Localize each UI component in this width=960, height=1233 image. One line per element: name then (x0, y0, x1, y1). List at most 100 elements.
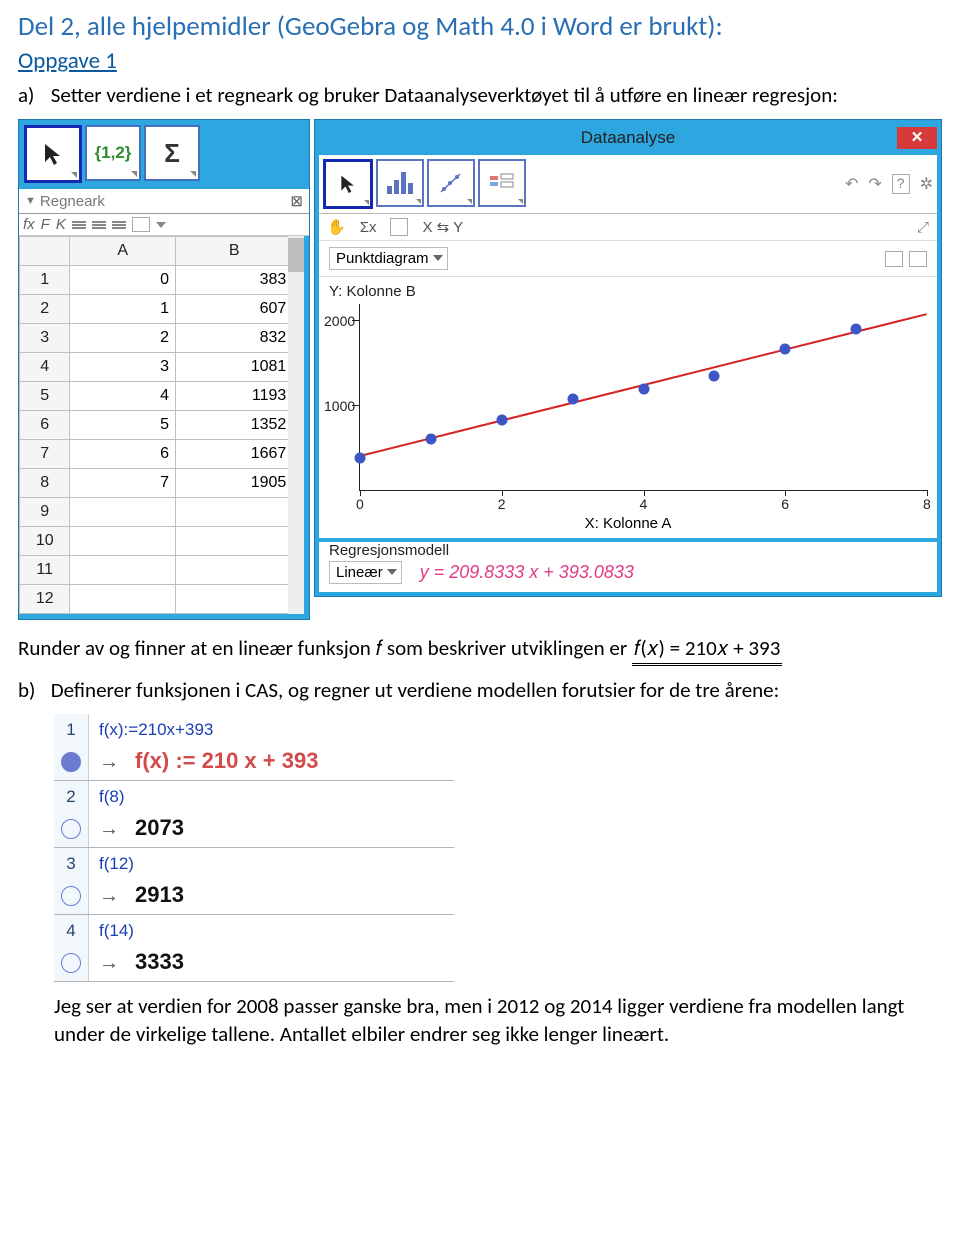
close-button[interactable]: ✕ (897, 127, 937, 149)
table-row[interactable]: 11 (20, 556, 293, 585)
italic-button[interactable]: K (56, 216, 66, 233)
cas-row: 4 f(14) → 3333 (54, 915, 454, 982)
redo-icon[interactable]: ↷ (868, 174, 881, 194)
grid-icon[interactable] (390, 218, 408, 236)
arrow-icon: → (99, 751, 119, 774)
table-row[interactable]: 10 (20, 527, 293, 556)
x-axis-label: X: Kolonne A (329, 515, 927, 532)
scatter-tool[interactable] (427, 159, 475, 207)
sigma-icon: Σ (164, 138, 180, 169)
swap-xy-button[interactable]: X ⇆ Y (422, 218, 463, 236)
table-row[interactable]: 10383 (20, 266, 293, 295)
cas-input[interactable]: f(12) (99, 854, 444, 874)
oppgave-link[interactable]: Oppgave 1 (18, 47, 942, 75)
bold-button[interactable]: F (41, 216, 50, 233)
data-point (638, 384, 649, 395)
cas-output: f(x) := 210 x + 393 (135, 748, 318, 774)
mid-conclusion: Runder av og finner at en lineær funksjo… (18, 634, 942, 665)
set12-icon: {1,2} (95, 143, 132, 163)
y-tick-label: 1000 (324, 398, 355, 414)
part-a-text: a) Setter verdiene i et regneark og bruk… (18, 81, 942, 109)
arrow-icon: → (99, 885, 119, 908)
table-row[interactable]: 32832 (20, 324, 293, 353)
next-icon[interactable] (909, 251, 927, 267)
data-point (355, 452, 366, 463)
toolbar: {1,2} Σ (24, 125, 304, 183)
fx-label: fx (23, 216, 35, 233)
da-title-text: Dataanalyse (581, 128, 676, 148)
cas-row-number: 3 (54, 848, 89, 914)
part-a-body: Setter verdiene i et regneark og bruker … (51, 82, 838, 108)
x-tick-label: 0 (356, 496, 364, 512)
spreadsheet-header: ▼ Regneark ⊠ (19, 189, 309, 214)
cas-visibility-dot[interactable] (61, 886, 81, 906)
stat-bar: ✋ Σx X ⇆ Y ⤢ (319, 214, 937, 241)
undo-icon[interactable]: ↶ (845, 174, 858, 194)
cas-visibility-dot[interactable] (61, 953, 81, 973)
da-toolbar: ↶ ↷ ? ✲ (319, 155, 937, 214)
align-right-icon[interactable] (112, 221, 126, 229)
cas-input[interactable]: f(14) (99, 921, 444, 941)
regression-model-value: Lineær (336, 564, 383, 581)
table-row[interactable]: 651352 (20, 411, 293, 440)
table-row[interactable]: 9 (20, 498, 293, 527)
x-tick-label: 4 (640, 496, 648, 512)
da-titlebar: Dataanalyse ✕ (319, 124, 937, 155)
cas-row: 3 f(12) → 2913 (54, 848, 454, 915)
table-row[interactable]: 871905 (20, 469, 293, 498)
align-center-icon[interactable] (92, 221, 106, 229)
list-tool-button[interactable]: {1,2} (85, 125, 141, 181)
dropdown-icon[interactable]: ▼ (25, 195, 36, 207)
cas-row-number: 4 (54, 915, 89, 981)
close-icon[interactable]: ⊠ (290, 192, 303, 210)
y-axis-label: Y: Kolonne B (329, 283, 927, 300)
settings-icon[interactable]: ✲ (920, 174, 933, 194)
arrow-icon: → (99, 952, 119, 975)
cursor-tool[interactable] (323, 159, 373, 209)
align-left-icon[interactable] (72, 221, 86, 229)
bar-chart-tool[interactable] (376, 159, 424, 207)
prev-icon[interactable] (885, 251, 903, 267)
cas-visibility-dot[interactable] (61, 819, 81, 839)
table-row[interactable]: 21607 (20, 295, 293, 324)
table-row[interactable]: 12 (20, 585, 293, 614)
multivar-tool[interactable] (478, 159, 526, 207)
chart-type-dropdown[interactable]: Punktdiagram (329, 247, 448, 270)
cas-block: 1 f(x):=210x+393 → f(x) := 210 x + 393 2… (18, 714, 454, 982)
cas-row-number: 1 (54, 714, 89, 780)
sum-tool-button[interactable]: Σ (144, 125, 200, 181)
data-point (851, 324, 862, 335)
cas-visibility-dot[interactable] (61, 752, 81, 772)
part-b-text: b) Definerer funksjonen i CAS, og regner… (18, 676, 942, 704)
expand-icon[interactable]: ⤢ (917, 219, 929, 236)
bar-chart-icon (387, 172, 413, 194)
chart-area: Y: Kolonne B 2000100002468 X: Kolonne A (319, 277, 937, 538)
cas-input[interactable]: f(x):=210x+393 (99, 720, 444, 740)
y-tick-label: 2000 (324, 313, 355, 329)
regression-model-dropdown[interactable]: Lineær (329, 561, 402, 584)
col-b-header[interactable]: B (176, 237, 293, 266)
more-dd-icon[interactable] (156, 222, 166, 228)
list-marker-b: b) (18, 676, 46, 704)
table-row[interactable]: 761667 (20, 440, 293, 469)
regression-title: Regresjonsmodell (329, 542, 927, 559)
move-tool-button[interactable] (24, 125, 82, 183)
x-tick-label: 6 (781, 496, 789, 512)
help-icon[interactable]: ? (892, 174, 910, 194)
cas-output: 3333 (135, 949, 184, 975)
list-marker-a: a) (18, 81, 46, 109)
table-row[interactable]: 541193 (20, 382, 293, 411)
col-a-header[interactable]: A (70, 237, 176, 266)
page-title: Del 2, alle hjelpemidler (GeoGebra og Ma… (18, 10, 942, 43)
scrollbar[interactable] (288, 236, 304, 614)
spreadsheet-table[interactable]: AB 1038321607328324310815411936513527616… (19, 236, 293, 614)
geogebra-spreadsheet-panel: {1,2} Σ ▼ Regneark ⊠ fx F K (18, 119, 310, 620)
hand-icon[interactable]: ✋ (327, 218, 346, 236)
window-icons: ↶ ↷ ? ✲ (845, 174, 933, 194)
chart-type-row: Punktdiagram (319, 241, 937, 277)
cas-output: 2073 (135, 815, 184, 841)
table-row[interactable]: 431081 (20, 353, 293, 382)
fill-color-button[interactable] (132, 217, 150, 232)
chart-type-value: Punktdiagram (336, 250, 429, 267)
cas-input[interactable]: f(8) (99, 787, 444, 807)
